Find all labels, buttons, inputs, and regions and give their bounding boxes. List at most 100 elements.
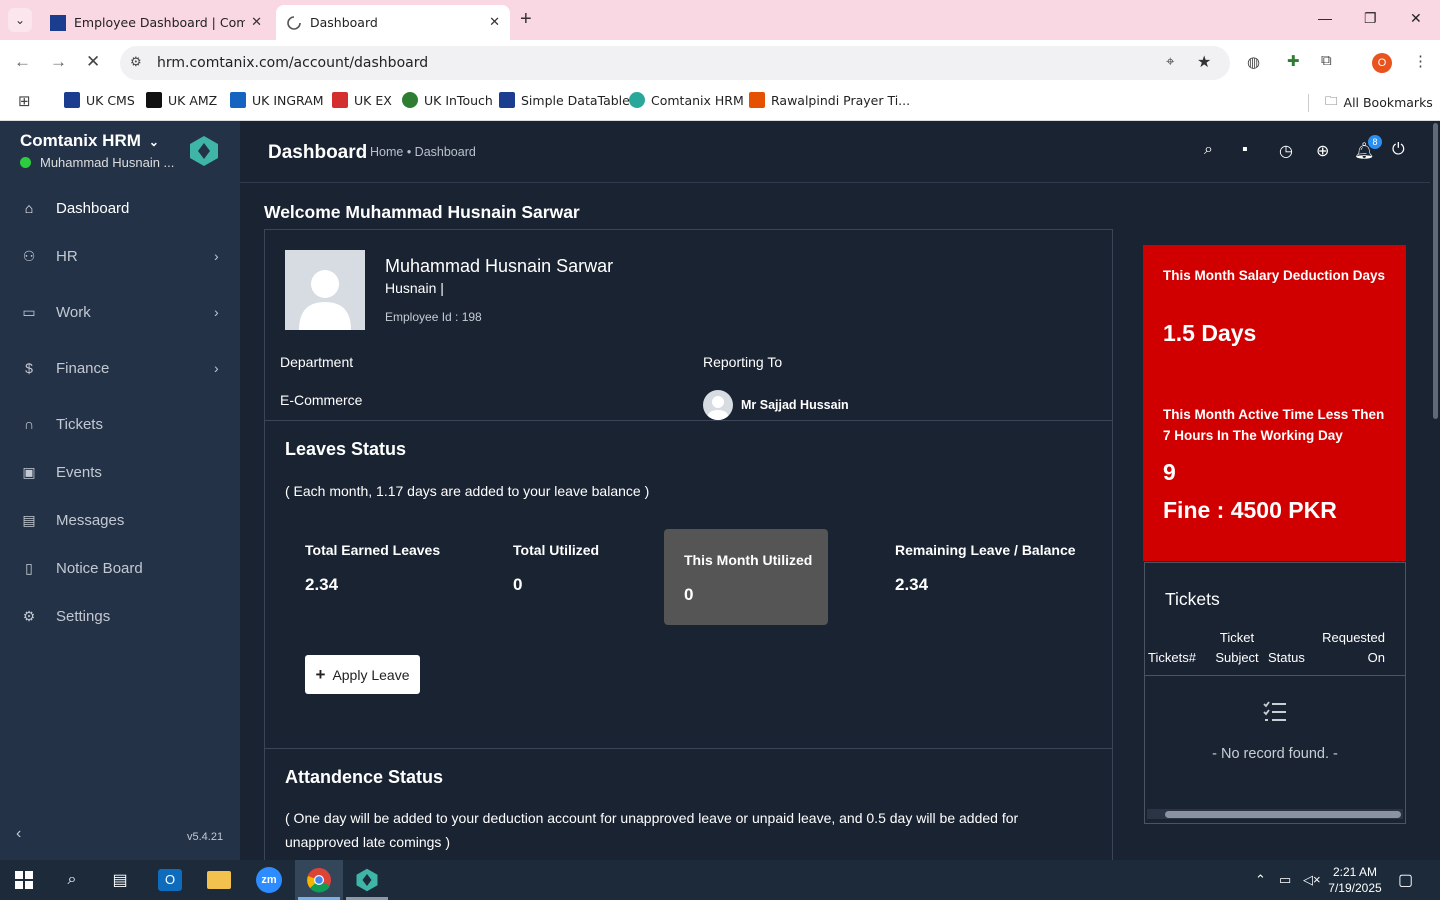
table-header[interactable]: Tickets# [1148, 648, 1196, 668]
location-icon[interactable]: ⌖ [1166, 53, 1174, 70]
bookmarks-divider [1308, 94, 1309, 112]
stat-value: 0 [684, 585, 694, 604]
users-icon: ⚇ [22, 247, 36, 264]
salary-deduction-label: This Month Salary Deduction Days [1163, 268, 1386, 283]
chevron-right-icon: › [214, 360, 219, 376]
file-explorer-icon[interactable] [205, 866, 233, 894]
browser-toolbar: ← → ✕ ⚙ hrm.comtanix.com/account/dashboa… [0, 40, 1440, 86]
apps-grid-icon[interactable]: ⊞ [18, 92, 31, 110]
tab-search-icon[interactable]: ⌄ [8, 8, 32, 32]
sidebar-item-notice-board[interactable]: ▯ Notice Board [0, 544, 240, 592]
clock-icon[interactable]: ◷ [1279, 141, 1293, 161]
forward-icon[interactable]: → [50, 52, 67, 72]
leaves-note: ( Each month, 1.17 days are added to you… [285, 483, 650, 499]
task-view-icon[interactable]: ▤ [106, 866, 134, 894]
windows-start-icon[interactable] [10, 866, 38, 894]
new-tab-icon[interactable]: + [520, 8, 532, 31]
tickets-scrollbar-thumb[interactable] [1165, 811, 1401, 818]
bookmark-favicon-icon [332, 92, 348, 108]
chevron-right-icon: › [214, 304, 219, 320]
sidebar-item-messages[interactable]: ▤ Messages [0, 496, 240, 544]
home-icon: ⌂ [24, 200, 34, 216]
close-tab-icon[interactable]: ✕ [251, 15, 262, 30]
tab-dashboard[interactable]: Dashboard ✕ [276, 5, 510, 40]
tray-chevron-up-icon[interactable]: ⌃ [1255, 872, 1266, 888]
tab-employee-dashboard[interactable]: Employee Dashboard | Comtanix ✕ [40, 5, 272, 40]
volume-muted-icon[interactable]: ◁× [1303, 872, 1321, 888]
add-circle-icon[interactable]: ⊕ [1316, 141, 1329, 161]
profile-avatar[interactable]: O [1372, 53, 1392, 73]
browser-tab-bar: ⌄ Employee Dashboard | Comtanix ✕ Dashbo… [0, 0, 1440, 40]
calendar-icon: ▣ [22, 463, 36, 480]
chat-icon[interactable]: ▪ [1242, 141, 1248, 159]
globe-icon[interactable]: ◍ [1247, 53, 1260, 71]
close-tab-icon[interactable]: ✕ [489, 15, 500, 30]
sidebar-item-work[interactable]: ▭ Work › [0, 288, 240, 336]
stop-loading-icon[interactable]: ✕ [86, 52, 100, 72]
site-info-icon[interactable]: ⚙ [130, 54, 142, 70]
bookmark-item[interactable]: Rawalpindi Prayer Ti... [749, 92, 910, 108]
back-icon[interactable]: ← [14, 52, 31, 72]
stat-label: Total Earned Leaves [305, 542, 441, 558]
table-header[interactable]: Status [1268, 648, 1305, 668]
sidebar-item-settings[interactable]: ⚙ Settings [0, 592, 240, 640]
notification-center-icon[interactable]: ▢ [1398, 870, 1413, 890]
sidebar-item-tickets[interactable]: ∩ Tickets [0, 400, 240, 448]
bookmark-item[interactable]: UK CMS [64, 92, 135, 108]
brand-menu[interactable]: Comtanix HRM ⌄ [20, 131, 159, 151]
bookmark-item[interactable]: UK InTouch [402, 92, 493, 108]
bookmark-star-icon[interactable]: ★ [1197, 52, 1211, 72]
extension-plus-icon[interactable]: ✚ [1287, 52, 1300, 70]
page-title: Dashboard [268, 142, 368, 163]
outlook-icon[interactable]: O [156, 866, 184, 894]
collapse-sidebar-icon[interactable]: ‹ [16, 825, 21, 843]
employee-nickname: Husnain | [385, 280, 444, 296]
bookmark-favicon-icon [230, 92, 246, 108]
power-icon[interactable]: ⏻ [1392, 141, 1405, 159]
tickets-scrollbar[interactable] [1147, 809, 1403, 819]
comtanix-app-icon[interactable] [353, 866, 381, 894]
leaves-status-title: Leaves Status [285, 439, 407, 459]
gear-icon: ⚙ [22, 607, 36, 624]
tickets-title: Tickets [1165, 589, 1220, 609]
comtanix-logo-icon [190, 136, 218, 166]
search-icon[interactable]: ⌕ [58, 866, 86, 894]
address-bar[interactable]: ⚙ hrm.comtanix.com/account/dashboard ⌖ ★ [120, 46, 1230, 80]
apply-leave-button[interactable]: + Apply Leave [305, 655, 420, 694]
table-header[interactable]: Requested On [1313, 628, 1385, 668]
plus-icon: + [315, 664, 326, 684]
all-bookmarks[interactable]: 🗀 All Bookmarks [1325, 92, 1433, 113]
maximize-icon[interactable]: ❐ [1364, 10, 1377, 27]
welcome-heading: Welcome Muhammad Husnain Sarwar [264, 202, 580, 222]
bookmark-item[interactable]: UK AMZ [146, 92, 217, 108]
bookmark-item[interactable]: Simple DataTable [499, 92, 630, 108]
system-clock[interactable]: 2:21 AM 7/19/2025 [1325, 864, 1385, 896]
sidebar-item-hr[interactable]: ⚇ HR › [0, 232, 240, 280]
bookmark-favicon-icon [402, 92, 418, 108]
close-window-icon[interactable]: ✕ [1410, 10, 1422, 27]
bookmark-favicon-icon [629, 92, 645, 108]
url-text: hrm.comtanix.com/account/dashboard [157, 55, 429, 71]
bookmarks-bar: ⊞ UK CMS UK AMZ UK INGRAM UK EX UK InTou… [0, 86, 1440, 121]
menu-kebab-icon[interactable]: ⋮ [1413, 52, 1428, 70]
attendance-status-title: Attandence Status [285, 767, 444, 787]
page-scrollbar-thumb[interactable] [1433, 123, 1438, 419]
zoom-icon[interactable]: zm [255, 866, 283, 894]
network-icon[interactable]: ▭ [1279, 872, 1291, 888]
minimize-icon[interactable]: — [1318, 10, 1332, 26]
extensions-icon[interactable]: ⧉ [1321, 52, 1332, 69]
bookmark-item[interactable]: UK EX [332, 92, 392, 108]
bookmark-item[interactable]: Comtanix HRM [629, 92, 744, 108]
online-status-icon [20, 157, 31, 168]
table-header[interactable]: Ticket Subject [1209, 628, 1265, 668]
salary-deduction-value: 1.5 Days [1163, 320, 1257, 346]
breadcrumb[interactable]: Home • Dashboard [370, 145, 476, 159]
employee-name: Muhammad Husnain Sarwar [385, 256, 614, 276]
bookmark-item[interactable]: UK INGRAM [230, 92, 324, 108]
chevron-right-icon: › [214, 248, 219, 264]
search-icon[interactable]: ⌕ [1204, 141, 1213, 159]
chrome-icon[interactable] [305, 866, 333, 894]
sidebar-item-dashboard[interactable]: ⌂ Dashboard [0, 184, 240, 232]
sidebar-item-events[interactable]: ▣ Events [0, 448, 240, 496]
sidebar-item-finance[interactable]: $ Finance › [0, 344, 240, 392]
